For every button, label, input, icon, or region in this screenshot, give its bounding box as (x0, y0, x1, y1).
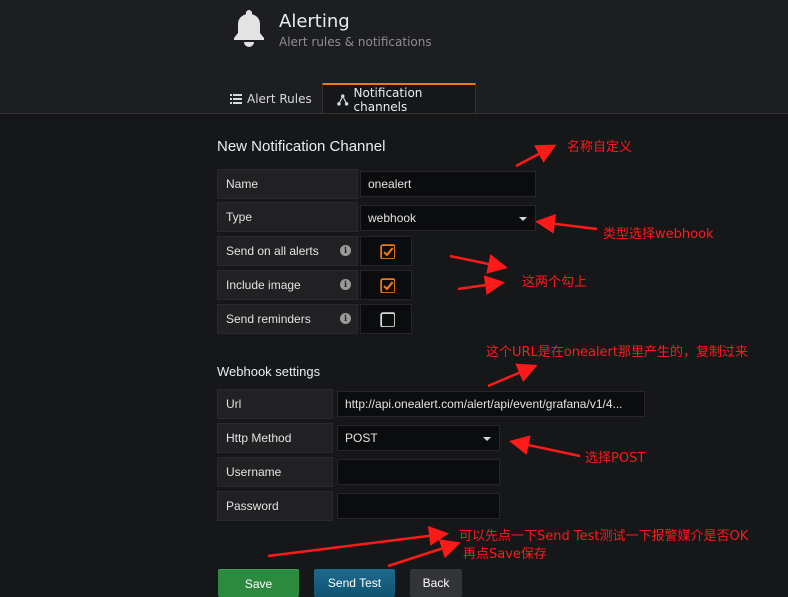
annotation-url: 这个URL是在onealert那里产生的，复制过来 (486, 345, 748, 360)
arrow-test (267, 525, 449, 558)
arrow-save (387, 539, 461, 568)
arrow-checkbox-1 (449, 254, 508, 274)
arrow-checkbox-2 (457, 275, 505, 296)
annotation-post: 选择POST (585, 451, 646, 466)
arrow-url (487, 363, 538, 388)
annotation-save: 再点Save保存 (463, 547, 547, 562)
annotation-arrows (267, 144, 598, 568)
annotation-name: 名称自定义 (567, 140, 633, 155)
annotation-test: 可以先点一下Send Test测试一下报警媒介是否OK (459, 529, 749, 544)
arrow-type (535, 213, 598, 234)
arrow-post (509, 435, 581, 458)
annotation-checkbox: 这两个勾上 (522, 275, 588, 290)
annotation-type: 类型选择webhook (603, 227, 714, 242)
arrow-name (515, 144, 557, 168)
